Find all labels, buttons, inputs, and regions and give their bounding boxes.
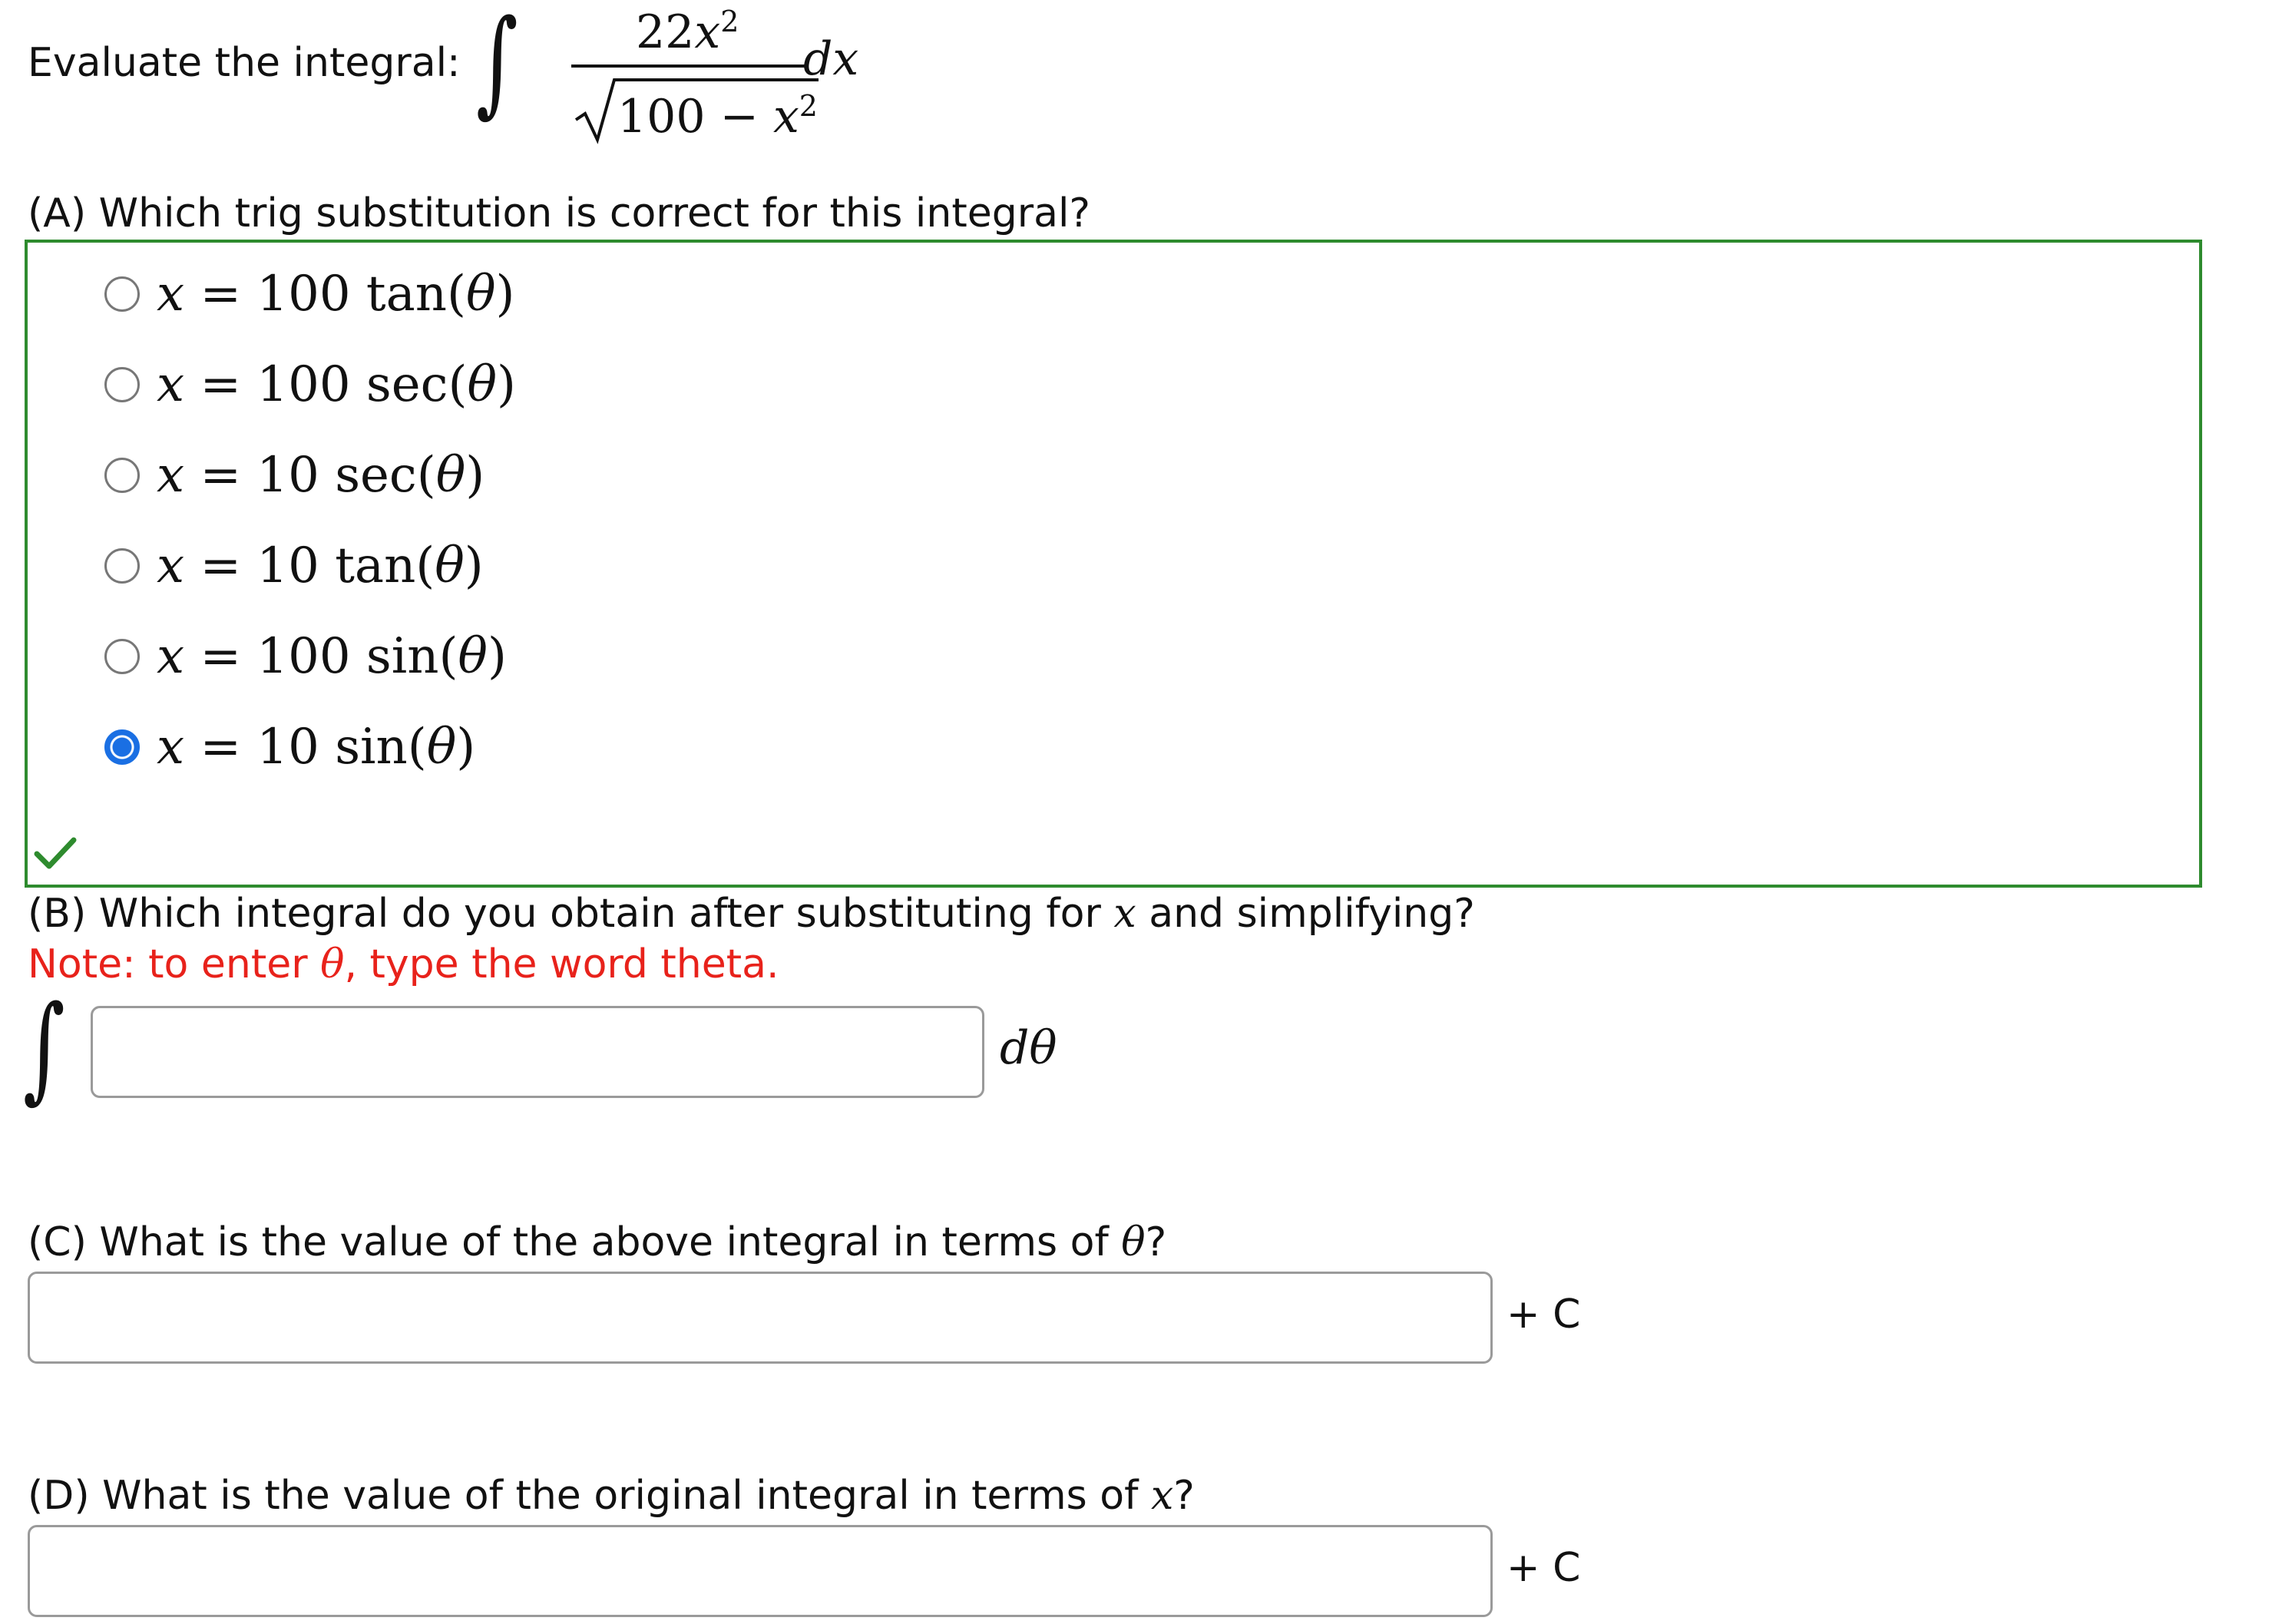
- integrand-fraction: 22x2 100 − x2: [544, 0, 820, 154]
- radio-button[interactable]: [104, 548, 140, 584]
- option-label: x = 10 sec(θ): [157, 447, 485, 504]
- integral-symbol: ∫: [476, 0, 518, 129]
- fraction-bar: [571, 64, 806, 68]
- part-b-note: Note: to enter θ, type the word theta.: [28, 941, 779, 987]
- differential-theta: dθ: [1000, 1021, 1057, 1075]
- checkmark-icon: [34, 837, 77, 869]
- plus-c-label: + C: [1507, 1292, 1581, 1338]
- problem-statement: Evaluate the integral: ∫ 22x2 100 − x2 d…: [28, 0, 949, 154]
- part-b-question: (B) Which integral do you obtain after s…: [28, 891, 1475, 937]
- part-b-answer-input[interactable]: [91, 1006, 984, 1098]
- differential: dx: [803, 32, 859, 86]
- radio-button-selected[interactable]: [104, 729, 140, 765]
- numerator-coefficient: 22: [636, 5, 695, 59]
- option-100-tan[interactable]: x = 100 tan(θ): [104, 260, 514, 329]
- prompt-text: Evaluate the integral:: [28, 40, 461, 86]
- part-a-options-box: x = 100 tan(θ) x = 100 sec(θ) x = 10 sec…: [25, 240, 2202, 888]
- option-10-sin[interactable]: x = 10 sin(θ): [104, 713, 475, 782]
- option-label: x = 10 sin(θ): [157, 719, 476, 776]
- option-label: x = 100 tan(θ): [157, 266, 515, 322]
- part-c-question: (C) What is the value of the above integ…: [28, 1219, 1167, 1265]
- part-d-question: (D) What is the value of the original in…: [28, 1473, 1195, 1519]
- radio-button[interactable]: [104, 276, 140, 312]
- part-c-answer-input[interactable]: [28, 1272, 1493, 1364]
- radio-button[interactable]: [104, 458, 140, 493]
- option-label: x = 100 sec(θ): [157, 356, 516, 413]
- option-label: x = 10 tan(θ): [157, 537, 484, 594]
- plus-c-label: + C: [1507, 1545, 1581, 1591]
- option-100-sec[interactable]: x = 100 sec(θ): [104, 350, 516, 419]
- radio-button[interactable]: [104, 639, 140, 674]
- radio-button[interactable]: [104, 367, 140, 402]
- option-10-tan[interactable]: x = 10 tan(θ): [104, 531, 484, 600]
- integral-symbol: ∫: [23, 981, 65, 1115]
- denominator: 100 − x2: [574, 75, 820, 144]
- numerator-exponent: 2: [720, 5, 739, 38]
- part-a-question: (A) Which trig substitution is correct f…: [28, 190, 1090, 236]
- radicand-constant: 100 −: [617, 90, 773, 144]
- part-d-answer-input[interactable]: [28, 1525, 1493, 1617]
- radicand: 100 − x2: [617, 89, 818, 144]
- numerator: 22x2: [636, 5, 739, 59]
- numerator-variable: x: [694, 5, 721, 59]
- option-100-sin[interactable]: x = 100 sin(θ): [104, 622, 507, 691]
- radicand-exponent: 2: [799, 89, 818, 123]
- radicand-variable: x: [772, 90, 799, 144]
- option-label: x = 100 sin(θ): [157, 628, 507, 685]
- option-10-sec[interactable]: x = 10 sec(θ): [104, 441, 485, 510]
